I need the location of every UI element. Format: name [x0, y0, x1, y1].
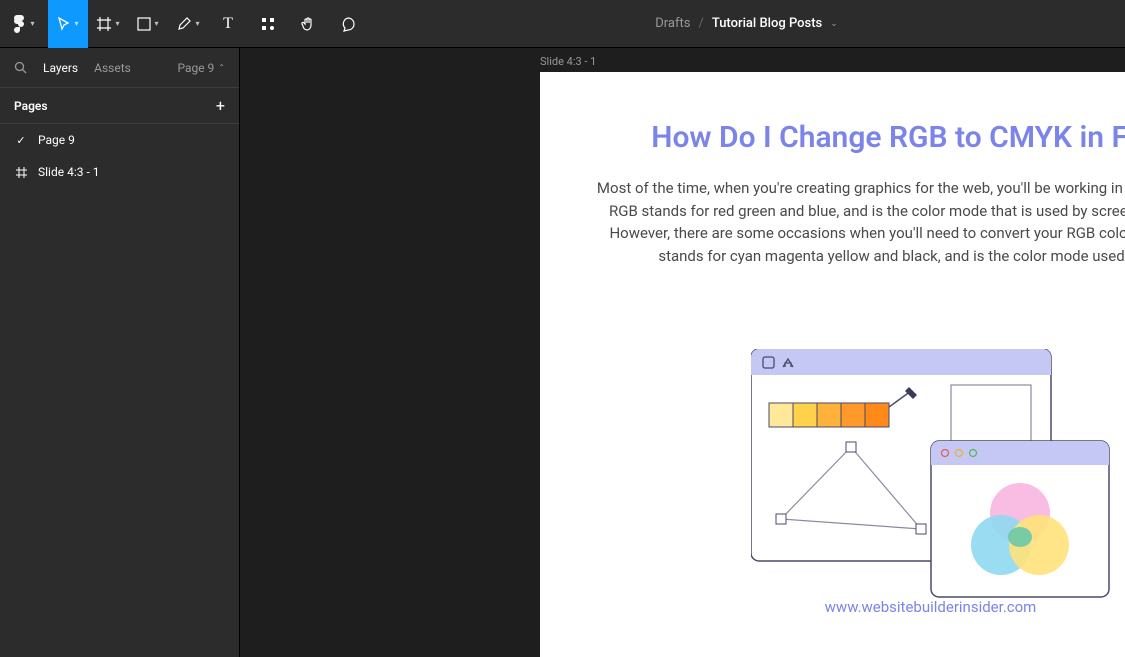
frame-label[interactable]: Slide 4:3 - 1: [540, 55, 596, 68]
breadcrumb-separator: /: [698, 16, 703, 31]
left-sidebar: Layers Assets Page 9 ⌃ Pages + ✓ Page 9 …: [0, 48, 240, 657]
text-icon: T: [223, 15, 233, 33]
comment-tool-button[interactable]: [328, 0, 368, 48]
slide-frame[interactable]: How Do I Change RGB to CMYK in Figma? Mo…: [540, 72, 1125, 657]
pages-label: Pages: [14, 99, 48, 113]
tab-layers[interactable]: Layers: [43, 61, 78, 75]
pages-header: Pages +: [0, 88, 239, 124]
chevron-down-icon: ▾: [195, 19, 199, 28]
page-row[interactable]: ✓ Page 9: [0, 124, 239, 156]
pen-icon: [176, 16, 192, 32]
pen-tool-button[interactable]: ▾: [168, 0, 208, 48]
search-icon[interactable]: [14, 61, 27, 74]
move-tool-button[interactable]: ▾: [48, 0, 88, 48]
hand-tool-button[interactable]: [288, 0, 328, 48]
resources-icon: [260, 16, 276, 32]
chevron-down-icon[interactable]: ⌄: [830, 19, 838, 29]
page-selector[interactable]: Page 9 ⌃: [177, 61, 225, 75]
slide-footer-url: www.websitebuilderinsider.com: [540, 598, 1125, 616]
breadcrumb[interactable]: Drafts / Tutorial Blog Posts ⌄: [368, 16, 1125, 31]
canvas[interactable]: Slide 4:3 - 1 How Do I Change RGB to CMY…: [240, 48, 1125, 657]
comment-icon: [340, 16, 356, 32]
cursor-icon: [57, 17, 71, 31]
frame-tool-button[interactable]: ▾: [88, 0, 128, 48]
resources-button[interactable]: [248, 0, 288, 48]
panel-tabs: Layers Assets Page 9 ⌃: [0, 48, 239, 88]
figma-logo-icon: [13, 15, 25, 33]
add-page-button[interactable]: +: [216, 96, 225, 115]
chevron-down-icon: ▾: [30, 19, 34, 28]
rectangle-icon: [137, 17, 151, 31]
slide-illustration: [751, 349, 1111, 599]
breadcrumb-document[interactable]: Tutorial Blog Posts: [712, 16, 822, 31]
chevron-down-icon: ▾: [115, 19, 119, 28]
slide-body: Most of the time, when you're creating g…: [564, 177, 1125, 267]
breadcrumb-drafts[interactable]: Drafts: [655, 16, 690, 31]
chevron-down-icon: ▾: [154, 19, 158, 28]
frame-icon: [96, 16, 112, 32]
chevron-up-icon: ⌃: [218, 63, 225, 72]
page-row-label: Page 9: [38, 133, 75, 147]
top-toolbar: ▾ ▾ ▾ ▾ ▾ T Drafts / Tutorial Blog Posts…: [0, 0, 1125, 48]
shape-tool-button[interactable]: ▾: [128, 0, 168, 48]
slide-title: How Do I Change RGB to CMYK in Figma?: [564, 120, 1125, 155]
text-tool-button[interactable]: T: [208, 0, 248, 48]
layer-row-frame[interactable]: Slide 4:3 - 1: [0, 156, 239, 188]
check-icon: ✓: [14, 134, 28, 147]
frame-icon: [14, 167, 28, 178]
tab-assets[interactable]: Assets: [94, 61, 131, 75]
layer-row-label: Slide 4:3 - 1: [38, 165, 99, 179]
chevron-down-icon: ▾: [74, 19, 78, 28]
figma-menu-button[interactable]: ▾: [0, 0, 48, 48]
hand-icon: [300, 16, 316, 32]
